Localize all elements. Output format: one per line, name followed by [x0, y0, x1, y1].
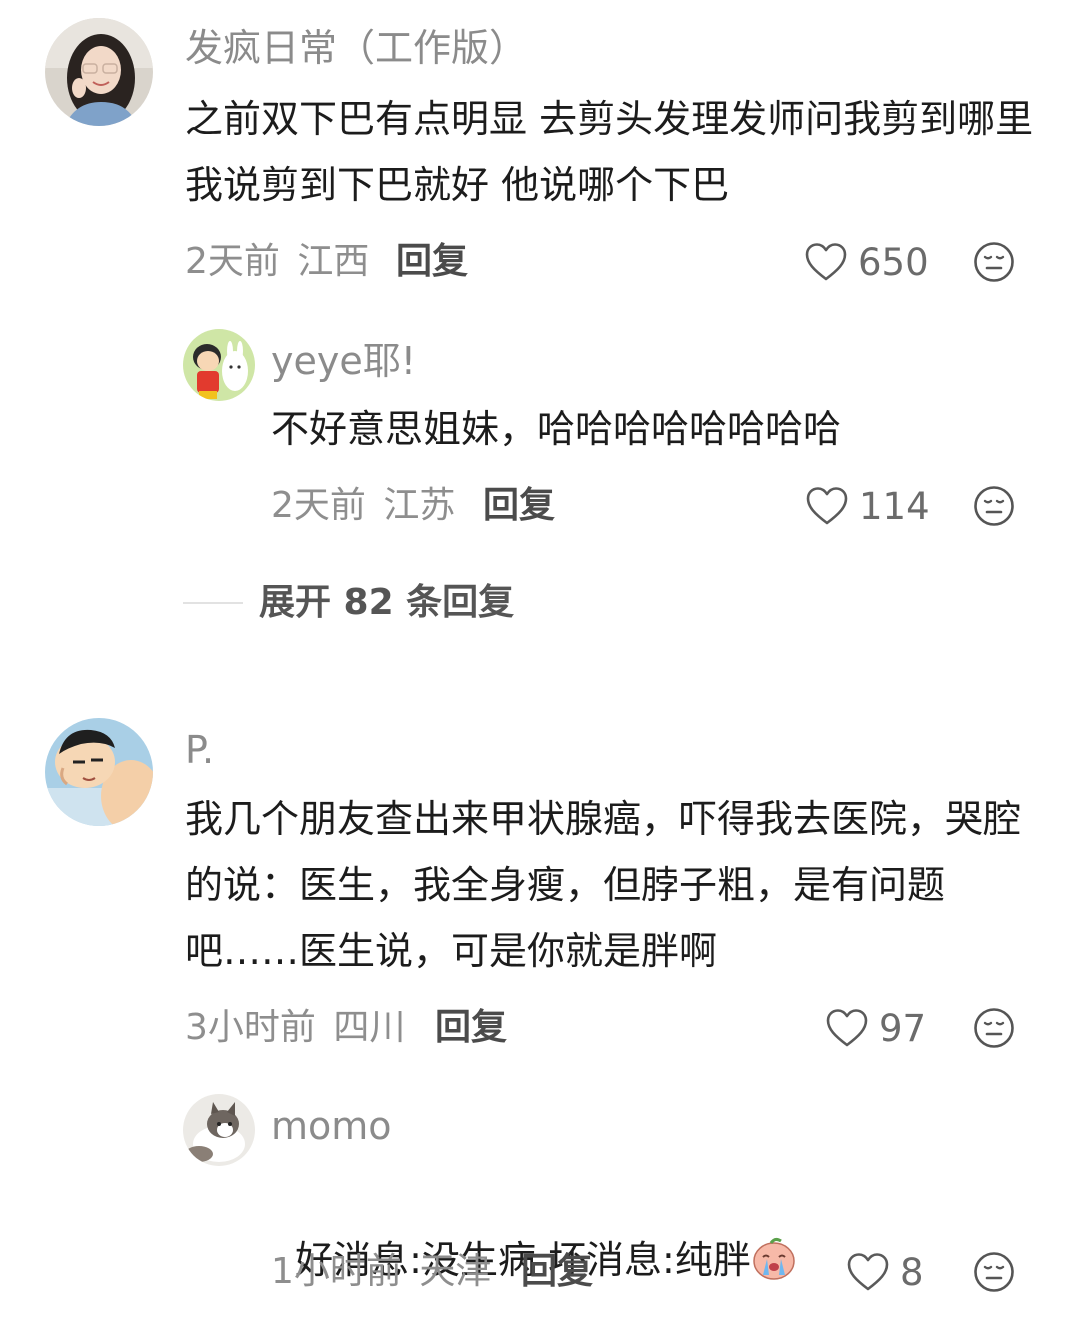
divider [183, 602, 243, 604]
like-count: 97 [879, 1006, 927, 1050]
comment-username[interactable]: P. [185, 731, 214, 769]
reply-button[interactable]: 回复 [435, 1010, 507, 1046]
location-label: 江苏 [383, 485, 456, 526]
reply-username[interactable]: yeye耶! [271, 342, 416, 380]
reply-button[interactable]: 回复 [521, 1254, 593, 1290]
like-button[interactable]: 8 [846, 1250, 924, 1294]
expand-replies-label: 展开 82 条回复 [259, 582, 515, 623]
meh-face-icon [974, 1008, 1014, 1048]
time-label: 3小时前 [185, 1007, 316, 1048]
meh-face-icon [974, 1252, 1014, 1292]
time-label: 2天前 [185, 241, 280, 282]
avatar[interactable] [183, 329, 255, 401]
location-label: 江西 [297, 241, 370, 282]
reply-time: 2天前 江苏 [271, 488, 455, 524]
reply-username[interactable]: momo [271, 1107, 392, 1145]
like-count: 8 [900, 1250, 924, 1294]
comment-text: 之前双下巴有点明显 去剪头发理发师问我剪到哪里 我说剪到下巴就好 他说哪个下巴 [185, 97, 1046, 207]
avatar[interactable] [45, 18, 153, 126]
location-label: 四川 [333, 1007, 406, 1048]
comment-time: 2天前 江西 [185, 244, 369, 280]
comment-text: 我几个朋友查出来甲状腺癌，吓得我去医院，哭腔的说：医生，我全身瘦，但脖子粗，是有… [185, 797, 1022, 973]
like-button[interactable]: 650 [804, 240, 929, 284]
expand-replies-button[interactable]: 展开 82 条回复 [183, 585, 514, 621]
location-label: 天津 [419, 1251, 492, 1292]
comment-time: 3小时前 四川 [185, 1010, 405, 1046]
time-label: 2天前 [271, 485, 366, 526]
heart-icon [806, 487, 848, 525]
dislike-button[interactable] [973, 485, 1015, 527]
dislike-button[interactable] [973, 1007, 1015, 1049]
like-button[interactable]: 97 [825, 1006, 926, 1050]
like-button[interactable]: 114 [805, 484, 930, 528]
like-count: 114 [859, 484, 930, 528]
dislike-button[interactable] [973, 1251, 1015, 1293]
avatar[interactable] [183, 1094, 255, 1166]
time-label: 1小时前 [271, 1251, 402, 1292]
reply-time: 1小时前 天津 [271, 1254, 491, 1290]
avatar[interactable] [45, 718, 153, 826]
meh-face-icon [974, 486, 1014, 526]
comment-username[interactable]: 发疯日常（工作版） [185, 29, 527, 67]
meh-face-icon [974, 242, 1014, 282]
heart-icon [826, 1009, 868, 1047]
heart-icon [847, 1253, 889, 1291]
like-count: 650 [858, 240, 929, 284]
heart-icon [805, 243, 847, 281]
reply-button[interactable]: 回复 [483, 488, 555, 524]
crying-face-emoji-icon [753, 1237, 795, 1280]
reply-button[interactable]: 回复 [396, 244, 468, 280]
dislike-button[interactable] [973, 241, 1015, 283]
reply-text: 不好意思姐妹，哈哈哈哈哈哈哈哈 [271, 407, 842, 451]
